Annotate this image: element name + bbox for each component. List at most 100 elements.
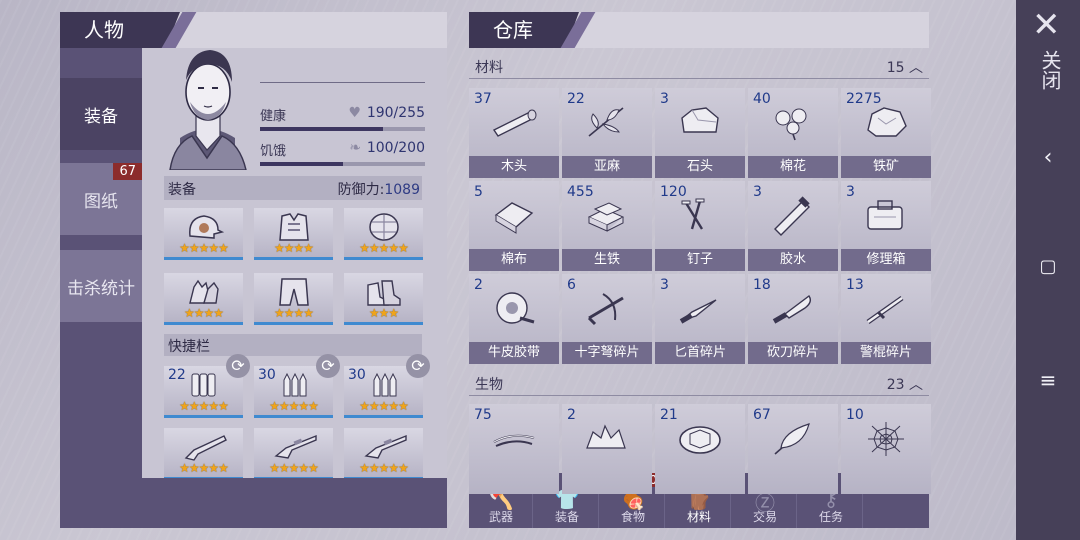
item-name: 亚麻: [562, 156, 652, 178]
warehouse-item-slot[interactable]: 2: [562, 404, 652, 494]
warehouse-item-slot[interactable]: 3 匕首碎片: [655, 274, 745, 364]
warehouse-item-slot[interactable]: 120 钉子: [655, 181, 745, 271]
warehouse-item-slot[interactable]: 67: [748, 404, 838, 494]
slot-stars: ★★★★★: [359, 399, 409, 413]
shotgun-icon: [184, 435, 227, 461]
item-name: 十字弩碎片: [562, 342, 652, 364]
tab-equipment[interactable]: 装备: [60, 78, 142, 150]
close-label[interactable]: 关闭: [1036, 50, 1065, 90]
item-name: 棉布: [469, 249, 559, 271]
item-count: 2: [474, 277, 483, 293]
materials-count: 15: [886, 60, 905, 76]
equip-slot-shield[interactable]: ★★★★★: [344, 208, 423, 260]
turtle-shell-icon: [679, 426, 721, 454]
warehouse-item-slot[interactable]: 10: [841, 404, 931, 494]
category-label: 武器: [488, 510, 513, 524]
slot-stars: ★★★★: [183, 306, 224, 320]
slot-stars: ★★★★★: [179, 399, 229, 413]
slot-stars: ★★★: [368, 306, 399, 320]
materials-section-header[interactable]: 材料 15 ︿: [469, 53, 929, 79]
slot-stars: ★★★★★: [269, 399, 319, 413]
warehouse-item-slot[interactable]: 2275 铁矿: [841, 88, 931, 178]
slot-stars: ★★★★★: [269, 461, 319, 475]
character-portrait: [169, 50, 247, 170]
slot-stars: ★★★★★: [359, 461, 409, 475]
close-icon[interactable]: ✕: [1032, 8, 1061, 42]
wood-icon: [492, 109, 537, 137]
item-count: 2: [567, 407, 576, 423]
equip-slot-helmet[interactable]: ★★★★★: [164, 208, 243, 260]
warehouse-item-slot[interactable]: 40 棉花: [748, 88, 838, 178]
baton-icon: [866, 295, 904, 325]
tab-kill-stats[interactable]: 击杀统计: [60, 250, 142, 322]
warehouse-item-slot[interactable]: 6 十字弩碎片: [562, 274, 652, 364]
warehouse-item-slot[interactable]: 5 棉布: [469, 181, 559, 271]
character-body: 健康 ♥ 190/255 饥饿 ❧ 100/200 装备 防御力:1089 ★★…: [142, 48, 447, 480]
health-bar-fill: [260, 127, 383, 131]
gloves-icon: [189, 279, 219, 304]
item-name: 木头: [469, 156, 559, 178]
equipment-label: 装备: [168, 182, 196, 198]
machete-icon: [772, 294, 812, 324]
tab-blueprints[interactable]: 图纸 67: [60, 163, 142, 235]
refresh-icon[interactable]: ⟳: [226, 354, 250, 378]
item-name: 钉子: [655, 249, 745, 271]
quickbar-slot-5[interactable]: ★★★★★: [254, 428, 333, 480]
item-name: 砍刀碎片: [748, 342, 838, 364]
tape-icon: [496, 292, 535, 324]
category-label: 任务: [818, 510, 843, 524]
item-name: 石头: [655, 156, 745, 178]
equip-slot-gloves[interactable]: ★★★★: [164, 273, 243, 325]
warehouse-item-slot[interactable]: 75: [469, 404, 559, 494]
home-square-icon[interactable]: ▢: [1016, 256, 1080, 277]
item-count: 3: [846, 184, 855, 200]
warehouse-item-slot[interactable]: 2 牛皮胶带: [469, 274, 559, 364]
creatures-count-toggle[interactable]: 23 ︿: [887, 374, 923, 394]
warehouse-item-slot[interactable]: 3 石头: [655, 88, 745, 178]
feather-icon: [774, 423, 810, 455]
category-label: 材料: [686, 510, 711, 524]
character-side-tabs: 装备 图纸 67 击杀统计: [60, 48, 142, 528]
quickbar-slot-6[interactable]: ★★★★★: [344, 428, 423, 480]
refresh-icon[interactable]: ⟳: [316, 354, 340, 378]
refresh-icon[interactable]: ⟳: [406, 354, 430, 378]
character-panel: 人物 装备 图纸 67 击杀统计 健康 ♥ 190/255 饥饿 ❧ 100/2…: [60, 12, 447, 528]
cloth-icon: [494, 202, 534, 234]
warehouse-item-slot[interactable]: 21: [655, 404, 745, 494]
spider-web-icon: [868, 422, 904, 456]
equip-slot-boots[interactable]: ★★★: [344, 273, 423, 325]
quickbar-slot-4[interactable]: ★★★★★: [164, 428, 243, 480]
tab-blueprints-label: 图纸: [84, 191, 118, 212]
equip-slot-armor[interactable]: ★★★★: [254, 208, 333, 260]
slot-stars: ★★★★: [273, 241, 314, 255]
chevron-up-icon: ︿: [909, 60, 923, 76]
warehouse-item-slot[interactable]: 22 亚麻: [562, 88, 652, 178]
materials-count-toggle[interactable]: 15 ︿: [887, 57, 923, 77]
item-count: 3: [660, 277, 669, 293]
item-count: 3: [753, 184, 762, 200]
sinew-icon: [493, 434, 535, 447]
warehouse-item-slot[interactable]: 18 砍刀碎片: [748, 274, 838, 364]
warehouse-item-slot[interactable]: 13 警棍碎片: [841, 274, 931, 364]
dagger-icon: [679, 299, 717, 324]
warehouse-item-slot[interactable]: 455 生铁: [562, 181, 652, 271]
warehouse-item-slot[interactable]: 37 木头: [469, 88, 559, 178]
flax-icon: [588, 107, 624, 137]
back-chevron-icon[interactable]: ‹: [1016, 145, 1080, 170]
slot-stars: ★★★★★: [179, 241, 229, 255]
cotton-icon: [775, 108, 807, 141]
boots-icon: [367, 280, 401, 306]
ammo-icon: [191, 373, 216, 397]
slot-stars: ★★★★★: [179, 461, 229, 475]
glue-icon: [774, 196, 810, 236]
warehouse-header: 仓库: [469, 12, 929, 48]
category-label: 食物: [620, 510, 645, 524]
stomach-icon: ❧: [349, 140, 361, 156]
warehouse-item-slot[interactable]: 3 胶水: [748, 181, 838, 271]
equip-slot-pants[interactable]: ★★★★: [254, 273, 333, 325]
warehouse-item-slot[interactable]: 3 修理箱: [841, 181, 931, 271]
creatures-section-header[interactable]: 生物 23 ︿: [469, 370, 929, 396]
menu-icon[interactable]: ≡: [1016, 368, 1080, 392]
rifle-icon: [274, 434, 317, 459]
item-count: 3: [660, 91, 669, 107]
